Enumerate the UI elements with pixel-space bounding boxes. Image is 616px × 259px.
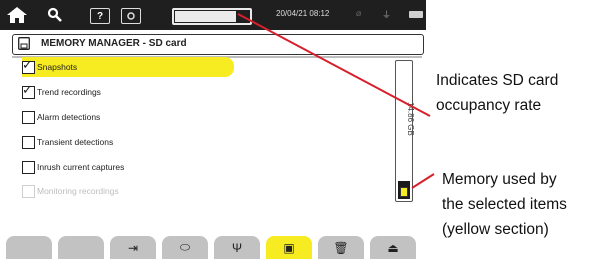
annotation-sd-card-line1: Indicates SD card xyxy=(436,72,559,89)
annotation-memory-line1: Memory used by xyxy=(442,171,557,188)
callout-line-occupancy xyxy=(237,13,431,117)
annotation-memory-line2: the selected items xyxy=(442,196,567,213)
annotation-sd-card-line2: occupancy rate xyxy=(436,97,542,114)
annotation-memory-line3: (yellow section) xyxy=(442,221,549,238)
callout-line-selected xyxy=(411,173,435,189)
